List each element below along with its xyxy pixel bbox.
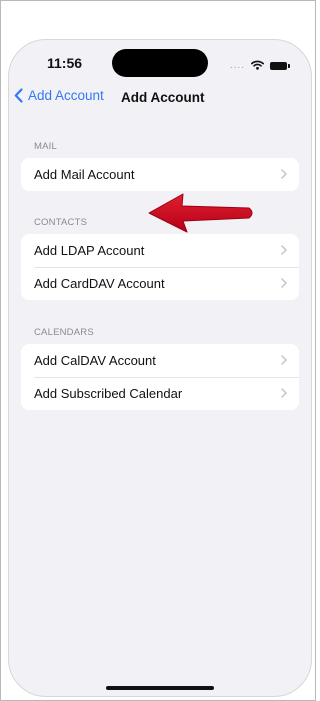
calendars-group: Add CalDAV Account Add Subscribed Calend… [21,344,299,410]
add-mail-account-row[interactable]: Add Mail Account [21,158,299,191]
status-time: 11:56 [47,55,83,71]
dynamic-island [112,49,208,77]
navigation-bar: Add Account Add Account [9,86,311,112]
wifi-icon [251,57,264,75]
chevron-right-icon [281,388,287,398]
row-label: Add CardDAV Account [34,276,165,291]
section-header-calendars: CALENDARS [34,327,94,338]
mail-group: Add Mail Account [21,158,299,191]
page-title: Add Account [121,90,205,105]
battery-icon [270,62,290,70]
chevron-right-icon [281,169,287,179]
back-button-label: Add Account [28,88,104,103]
add-ldap-account-row[interactable]: Add LDAP Account [21,234,299,267]
section-header-mail: MAIL [34,141,57,152]
row-label: Add LDAP Account [34,243,145,258]
add-caldav-account-row[interactable]: Add CalDAV Account [21,344,299,377]
screenshot-frame: 11:56 .... Add Account Add Account MAIL … [0,0,316,701]
row-label: Add Mail Account [34,167,135,182]
row-label: Add CalDAV Account [34,353,156,368]
section-header-contacts: CONTACTS [34,217,88,228]
annotation-arrow-icon [148,193,253,233]
chevron-right-icon [281,245,287,255]
add-subscribed-calendar-row[interactable]: Add Subscribed Calendar [21,377,299,410]
home-indicator[interactable] [106,686,214,690]
phone-screen: 11:56 .... Add Account Add Account MAIL … [8,39,312,697]
status-icons: .... [229,57,290,75]
contacts-group: Add LDAP Account Add CardDAV Account [21,234,299,300]
chevron-left-icon [14,88,23,103]
signal-dots: .... [229,60,245,71]
chevron-right-icon [281,355,287,365]
back-button[interactable]: Add Account [14,88,104,103]
row-label: Add Subscribed Calendar [34,386,183,401]
chevron-right-icon [281,278,287,288]
add-carddav-account-row[interactable]: Add CardDAV Account [21,267,299,300]
